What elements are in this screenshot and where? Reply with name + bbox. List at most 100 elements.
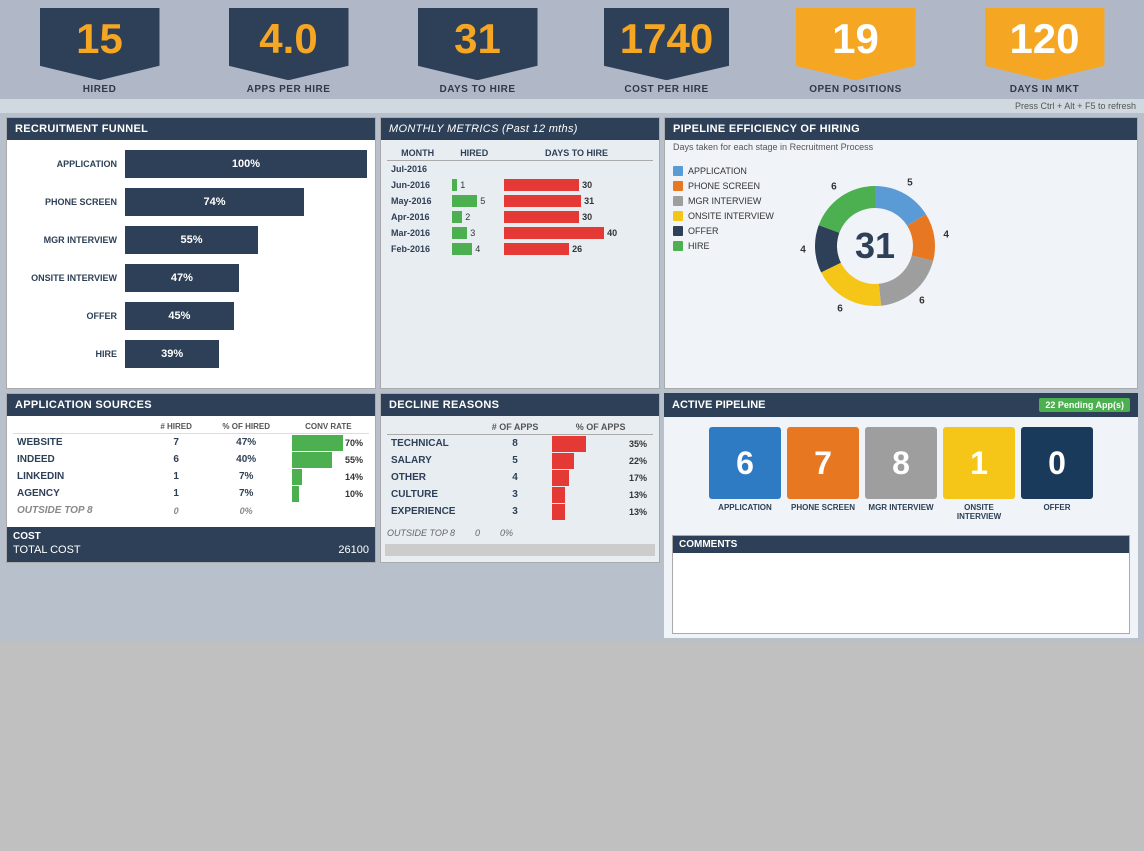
monthly-content: MONTHHIREDDAYS TO HIREJul-2016 Jun-2016 … (381, 140, 659, 263)
legend-item: APPLICATION (673, 166, 783, 176)
donut-label: 6 (831, 182, 837, 193)
kpi-hired: 15 HIRED (10, 8, 189, 99)
funnel-bar-container: 55% (125, 226, 367, 254)
cost-value: 26100 (338, 544, 369, 556)
legend-label: ONSITE INTERVIEW (688, 211, 774, 221)
pipeline-legend: APPLICATION PHONE SCREEN MGR INTERVIEW O… (673, 166, 783, 326)
legend-item: MGR INTERVIEW (673, 196, 783, 206)
donut-chart: 546646 31 (795, 166, 955, 326)
source-hired: 1 (147, 468, 204, 485)
legend-color (673, 226, 683, 236)
decline-pct-label: 17% (629, 470, 647, 486)
kpi-open-positions: 19 OPEN POSITIONS (766, 8, 945, 99)
main-grid: RECRUITMENT FUNNEL APPLICATION 100% PHON… (0, 113, 1144, 642)
sources-col-header: CONV RATE (288, 420, 369, 434)
sources-col-header (13, 420, 147, 434)
funnel-bar-container: 45% (125, 302, 367, 330)
funnel-row-label: MGR INTERVIEW (15, 235, 125, 245)
monthly-days-cell: 40 (500, 225, 653, 241)
legend-color (673, 211, 683, 221)
decline-scrollbar[interactable] (385, 544, 655, 556)
source-name: LINKEDIN (13, 468, 147, 485)
pipeline-stage-box: 1 ONSITE INTERVIEW (943, 427, 1015, 521)
decline-header: DECLINE REASONS (381, 394, 659, 416)
decline-pct-cell: 17% (548, 469, 653, 486)
kpi-days-to-hire: 31 DAYS TO HIRE (388, 8, 567, 99)
legend-label: PHONE SCREEN (688, 181, 760, 191)
stage-label: APPLICATION (718, 503, 772, 512)
legend-color (673, 181, 683, 191)
donut-label: 4 (943, 230, 949, 241)
conv-label: 55% (345, 452, 363, 468)
monthly-days-cell: 26 (500, 241, 653, 257)
decline-col-header (387, 420, 482, 435)
legend-label: HIRE (688, 241, 710, 251)
pipeline-stage-box: 6 APPLICATION (709, 427, 781, 521)
monthly-days-cell: 30 (500, 209, 653, 225)
monthly-row: Apr-2016 2 30 (387, 209, 653, 225)
pipeline-header: PIPELINE EFFICIENCY OF HIRING (665, 118, 1137, 140)
kpi-hired-badge: 15 (40, 8, 160, 80)
source-name: INDEED (13, 451, 147, 468)
stage-number: 1 (943, 427, 1015, 499)
decline-apps: 4 (482, 469, 548, 486)
funnel-bar: 47% (125, 264, 239, 292)
sources-row: AGENCY 1 7% 10% (13, 485, 369, 502)
funnel-bar: 39% (125, 340, 219, 368)
decline-pct-cell: 35% (548, 435, 653, 453)
monthly-month: May-2016 (387, 193, 448, 209)
source-pct-hired: 7% (205, 468, 288, 485)
decline-pct-cell: 13% (548, 503, 653, 520)
funnel-row: APPLICATION 100% (15, 150, 367, 178)
refresh-hint: Press Ctrl + Alt + F5 to refresh (0, 99, 1144, 113)
comments-body (673, 553, 1129, 633)
sources-outside-row: OUTSIDE TOP 8 0 0% (13, 502, 369, 519)
decline-outside-pct: 0% (500, 528, 513, 538)
pending-badge: 22 Pending App(s) (1039, 398, 1130, 412)
donut-label: 6 (919, 295, 925, 306)
kpi-days-badge: 31 (418, 8, 538, 80)
kpi-cost-badge: 1740 (604, 8, 729, 80)
cost-label: TOTAL COST (13, 544, 81, 556)
funnel-row-label: PHONE SCREEN (15, 197, 125, 207)
pipeline-stage-box: 8 MGR INTERVIEW (865, 427, 937, 521)
sources-outside-pct: 0% (205, 502, 288, 519)
stage-number: 6 (709, 427, 781, 499)
source-hired: 6 (147, 451, 204, 468)
stage-label: OFFER (1043, 503, 1070, 512)
decline-reason: OTHER (387, 469, 482, 486)
sources-row: INDEED 6 40% 55% (13, 451, 369, 468)
decline-reason: CULTURE (387, 486, 482, 503)
legend-item: ONSITE INTERVIEW (673, 211, 783, 221)
funnel-bar-container: 47% (125, 264, 367, 292)
monthly-month: Mar-2016 (387, 225, 448, 241)
stage-label: MGR INTERVIEW (868, 503, 933, 512)
donut-label: 6 (837, 304, 843, 315)
kpi-mkt-label: DAYS IN MKT (1010, 84, 1080, 99)
decline-outside-apps: 0 (475, 528, 480, 538)
sources-content: # HIRED% OF HIREDCONV RATE WEBSITE 7 47%… (7, 416, 375, 523)
legend-item: PHONE SCREEN (673, 181, 783, 191)
funnel-bar: 45% (125, 302, 234, 330)
monthly-hired-cell: 5 (448, 193, 500, 209)
legend-item: OFFER (673, 226, 783, 236)
kpi-cost-label: COST PER HIRE (624, 84, 708, 99)
source-pct-hired: 7% (205, 485, 288, 502)
active-title: ACTIVE PIPELINE (672, 399, 766, 411)
kpi-hired-label: HIRED (83, 84, 117, 99)
pipeline-subtitle: Days taken for each stage in Recruitment… (665, 140, 1137, 158)
sources-panel: APPLICATION SOURCES # HIRED% OF HIREDCON… (6, 393, 376, 563)
sources-outside-label: OUTSIDE TOP 8 (13, 502, 147, 519)
pipeline-panel: PIPELINE EFFICIENCY OF HIRING Days taken… (664, 117, 1138, 389)
funnel-row-label: HIRE (15, 349, 125, 359)
decline-apps: 8 (482, 435, 548, 453)
monthly-row: Jun-2016 1 30 (387, 177, 653, 193)
decline-row: TECHNICAL 8 35% (387, 435, 653, 453)
kpi-apps-badge: 4.0 (229, 8, 349, 80)
decline-reason: SALARY (387, 452, 482, 469)
funnel-row: HIRE 39% (15, 340, 367, 368)
funnel-row: PHONE SCREEN 74% (15, 188, 367, 216)
kpi-apps-label: APPS PER HIRE (247, 84, 331, 99)
pipeline-stage-box: 7 PHONE SCREEN (787, 427, 859, 521)
funnel-header: RECRUITMENT FUNNEL (7, 118, 375, 140)
